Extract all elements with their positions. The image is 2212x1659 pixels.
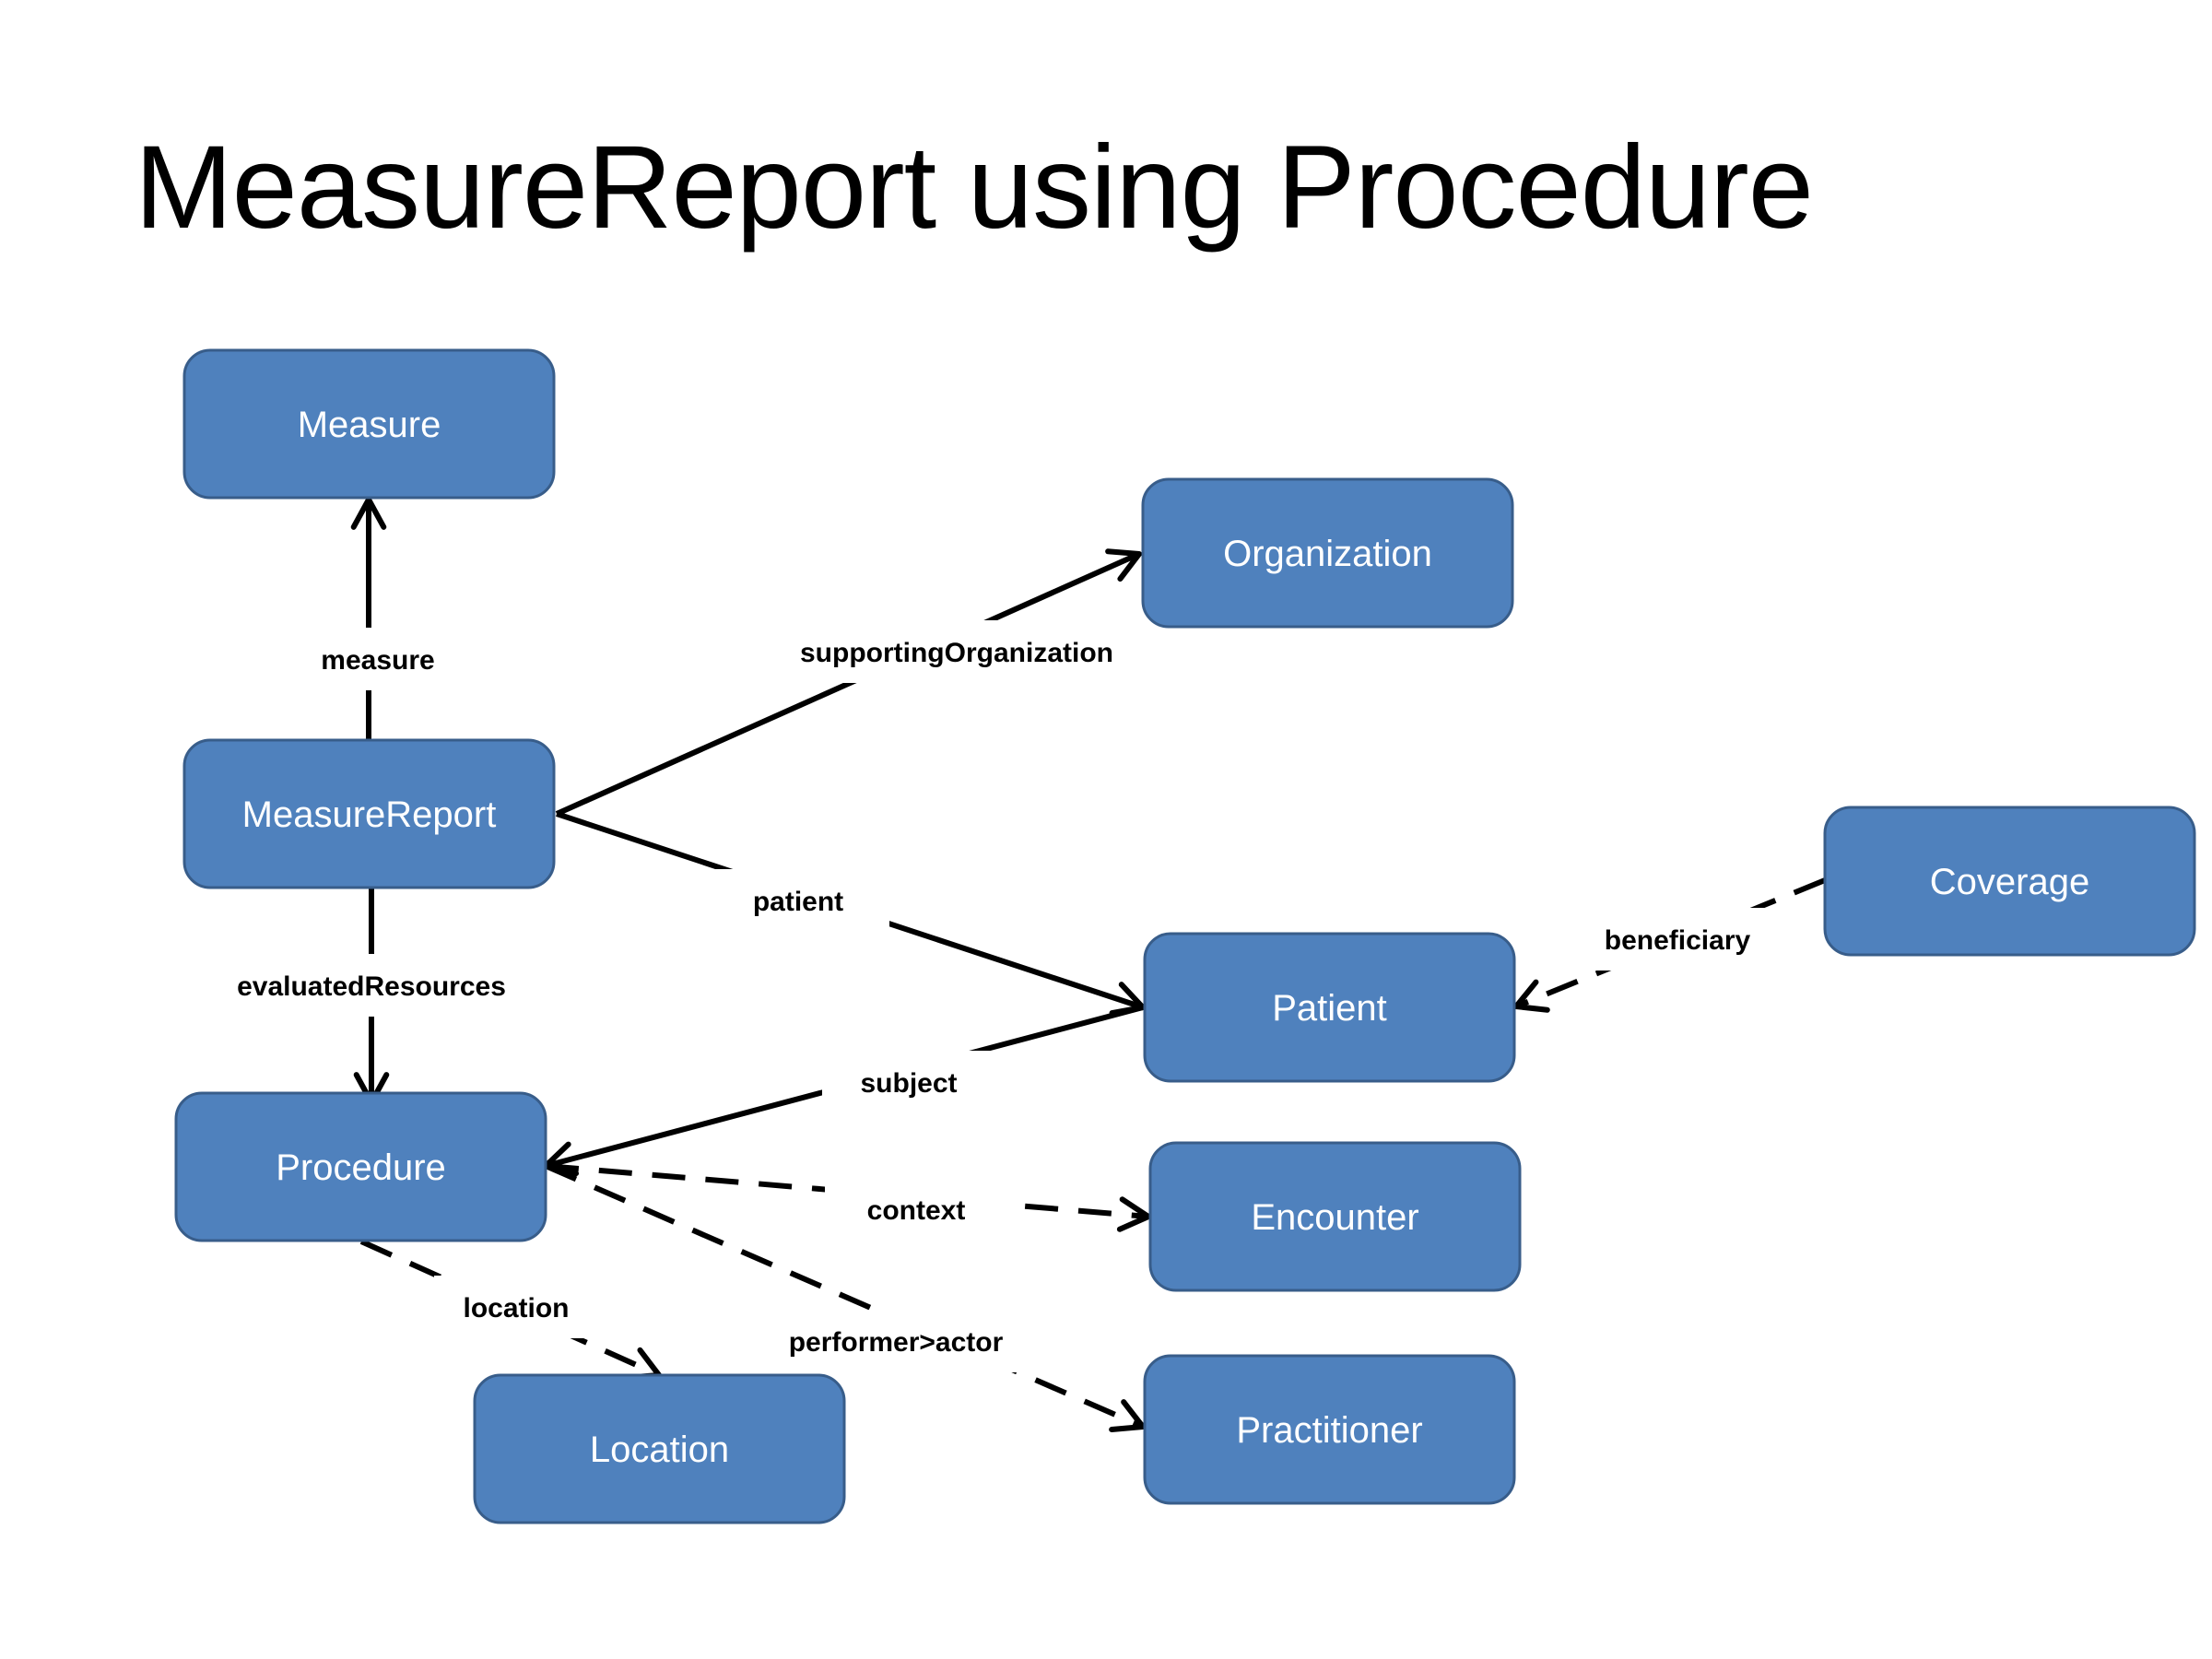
- edge-label-measure: measure: [296, 628, 460, 690]
- node-label: Coverage: [1930, 862, 2089, 902]
- node-organization: Organization: [1141, 477, 1514, 629]
- edge-label-text: patient: [753, 887, 843, 917]
- node-label: Organization: [1223, 534, 1432, 574]
- node-label: Measure: [298, 405, 441, 445]
- arrowhead-icon: [1109, 1399, 1146, 1432]
- node-practitioner: Practitioner: [1143, 1354, 1516, 1505]
- edge-label-text: performer>actor: [789, 1327, 1004, 1358]
- resource-diagram: measure evaluatedResources supportingOrgan…: [174, 348, 2196, 1524]
- edge-label-text: beneficiary: [1605, 925, 1751, 956]
- edge-label-evaluatedResources: evaluatedResources: [211, 954, 532, 1017]
- edge-label-location: location: [434, 1276, 598, 1338]
- node-label: Location: [590, 1430, 729, 1470]
- edge-label-beneficiary: beneficiary: [1572, 908, 1783, 971]
- node-measure: Measure: [182, 348, 556, 500]
- node-measurereport: MeasureReport: [182, 738, 556, 889]
- node-coverage: Coverage: [1823, 806, 2196, 957]
- edge-label-text: evaluatedResources: [237, 971, 506, 1002]
- edge-label-text: subject: [860, 1068, 957, 1099]
- node-encounter: Encounter: [1148, 1141, 1522, 1292]
- node-label: MeasureReport: [242, 794, 497, 835]
- edge-label-patient: patient: [707, 869, 889, 932]
- node-label: Practitioner: [1236, 1410, 1422, 1451]
- edge-label-text: supportingOrganization: [800, 638, 1113, 668]
- edge-line: [555, 551, 1141, 817]
- edge-label-performer: performer>actor: [759, 1310, 1033, 1372]
- node-label: Patient: [1272, 988, 1387, 1029]
- node-patient: Patient: [1143, 932, 1516, 1083]
- node-location: Location: [473, 1373, 846, 1524]
- edge-label-text: context: [867, 1195, 966, 1226]
- edge-measure: [350, 497, 387, 740]
- edge-label-context: context: [825, 1178, 1007, 1241]
- edge-label-text: location: [463, 1293, 569, 1324]
- node-procedure: Procedure: [174, 1091, 547, 1242]
- node-label: Procedure: [276, 1147, 446, 1188]
- node-label: Encounter: [1251, 1197, 1418, 1238]
- edge-label-text: measure: [321, 645, 434, 676]
- edge-label-supportingOrganization: supportingOrganization: [773, 620, 1140, 683]
- edge-label-subject: subject: [822, 1051, 995, 1113]
- arrowhead-icon: [1513, 979, 1550, 1013]
